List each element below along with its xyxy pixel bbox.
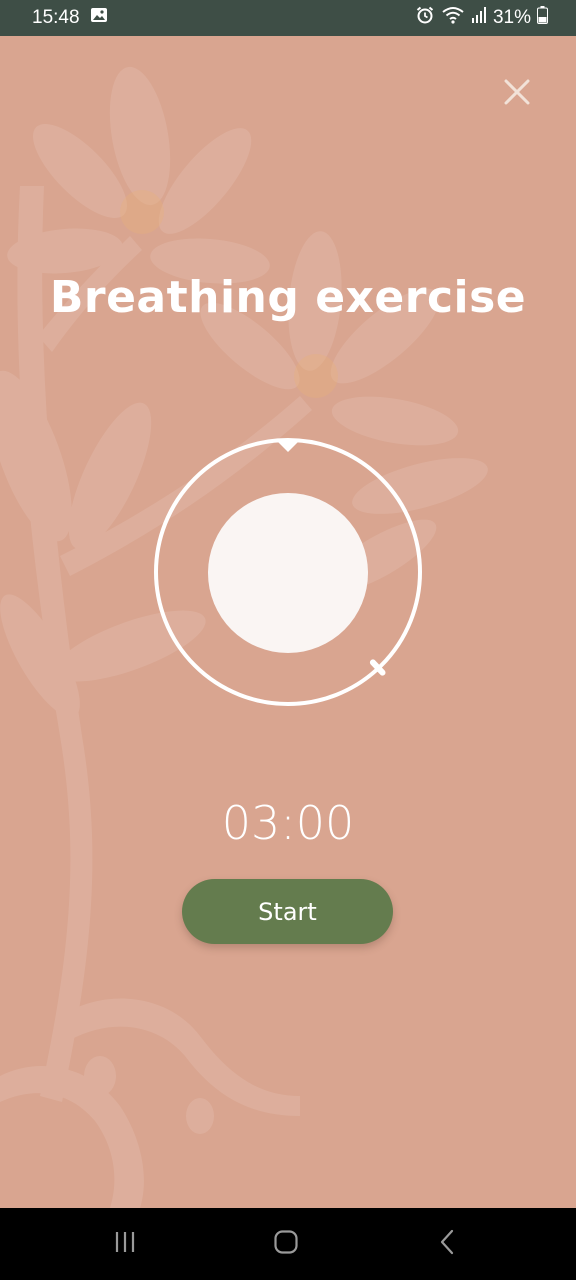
breathing-indicator [154, 438, 422, 706]
page-title: Breathing exercise [49, 272, 527, 323]
ring-start-marker [276, 440, 300, 452]
gallery-icon [90, 7, 108, 29]
countdown-timer: 03:00 [221, 796, 355, 850]
recents-icon [112, 1229, 138, 1259]
home-button[interactable] [266, 1226, 306, 1262]
breathing-orb [208, 493, 368, 653]
status-time: 15:48 [32, 7, 80, 28]
alarm-icon [415, 5, 435, 31]
back-button[interactable] [428, 1226, 468, 1262]
back-icon [435, 1229, 461, 1259]
close-icon [504, 79, 530, 109]
signal-icon [471, 6, 487, 30]
close-button[interactable] [497, 74, 537, 114]
start-button[interactable]: Start [182, 879, 393, 944]
battery-icon [537, 6, 548, 30]
battery-text: 31% [492, 7, 531, 28]
status-left: 15:48 [32, 7, 108, 29]
breathing-screen: Breathing exercise 03:00 Start [0, 36, 576, 1208]
status-bar: 15:48 31% [0, 0, 576, 36]
wifi-icon [441, 5, 465, 31]
recents-button[interactable] [105, 1226, 145, 1262]
navigation-bar [0, 1208, 576, 1280]
status-right: 31% [415, 5, 548, 31]
home-icon [273, 1229, 299, 1259]
